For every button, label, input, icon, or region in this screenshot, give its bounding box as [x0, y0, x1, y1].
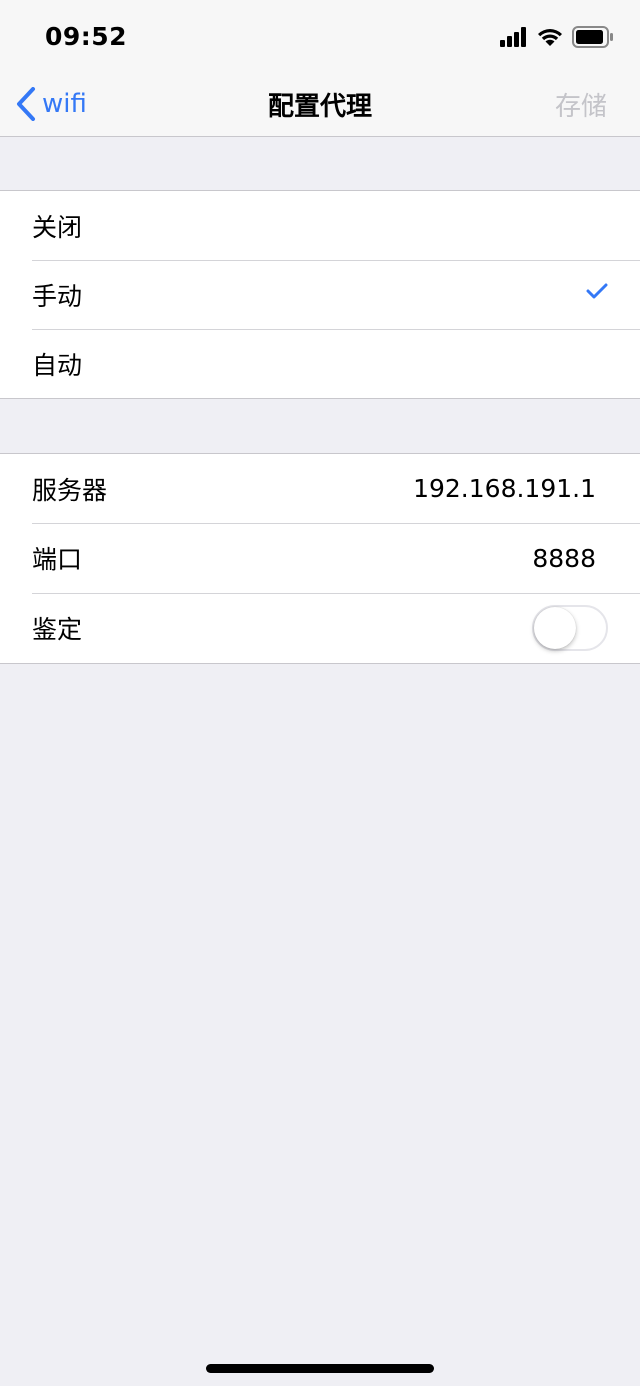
proxy-mode-manual-row[interactable]: 手动	[0, 260, 640, 329]
server-row[interactable]: 服务器 192.168.191.1	[0, 454, 640, 523]
toggle-knob	[534, 607, 576, 649]
port-label: 端口	[32, 545, 83, 574]
proxy-mode-off-row[interactable]: 关闭	[0, 191, 640, 260]
wifi-icon	[538, 29, 562, 46]
server-label: 服务器	[32, 475, 108, 505]
status-icons	[500, 26, 614, 48]
proxy-mode-auto-label: 自动	[32, 350, 83, 380]
proxy-mode-auto-row[interactable]: 自动	[0, 329, 640, 398]
proxy-mode-manual-label: 手动	[32, 281, 83, 311]
port-value[interactable]: 8888	[532, 544, 596, 573]
proxy-settings-group: 服务器 192.168.191.1 端口 8888 鉴定	[0, 453, 640, 664]
status-bar: 09:52	[0, 0, 640, 72]
server-value[interactable]: 192.168.191.1	[413, 474, 596, 503]
proxy-mode-group: 关闭 手动 自动	[0, 190, 640, 399]
cellular-signal-icon	[500, 27, 526, 47]
page-title: 配置代理	[267, 92, 372, 122]
proxy-mode-off-label: 关闭	[32, 212, 83, 242]
checkmark-icon	[586, 283, 608, 299]
home-indicator	[206, 1364, 434, 1373]
auth-label: 鉴定	[32, 615, 83, 644]
auth-toggle[interactable]	[532, 605, 608, 651]
auth-row: 鉴定	[0, 593, 640, 663]
navigation-bar: wifi 配置代理 存储	[0, 72, 640, 137]
save-button[interactable]: 存储	[555, 86, 607, 123]
port-row[interactable]: 端口 8888	[0, 523, 640, 593]
status-time: 09:52	[45, 22, 128, 51]
battery-icon	[572, 26, 613, 48]
